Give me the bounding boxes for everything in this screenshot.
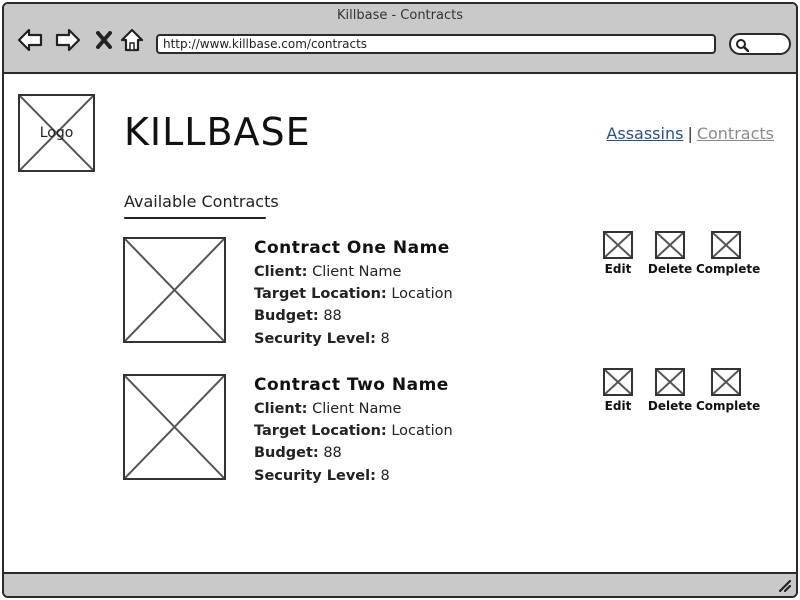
address-bar[interactable]: http://www.killbase.com/contracts — [156, 34, 716, 54]
contract-budget-row: Budget: 88 — [254, 308, 342, 324]
edit-icon — [603, 231, 633, 259]
client-label: Client: — [254, 264, 308, 280]
browser-window: Killbase - Contracts http://www.killbase… — [2, 2, 798, 598]
home-icon[interactable] — [118, 26, 146, 54]
budget-label: Budget: — [254, 445, 319, 461]
delete-button[interactable]: Delete — [640, 231, 700, 276]
section-divider — [124, 217, 266, 219]
search-icon — [736, 39, 749, 52]
complete-label: Complete — [696, 399, 761, 413]
close-icon[interactable] — [90, 26, 118, 54]
contract-location-row: Target Location: Location — [254, 286, 453, 302]
image-placeholder-icon — [125, 376, 224, 478]
edit-icon — [603, 368, 633, 396]
nav-link-contracts[interactable]: Contracts — [697, 124, 774, 143]
image-placeholder-icon — [125, 239, 224, 341]
location-label: Target Location: — [254, 423, 387, 439]
browser-status-bar — [4, 572, 796, 596]
logo-placeholder: Logo — [18, 94, 95, 172]
edit-label: Edit — [604, 262, 632, 276]
nav-separator: | — [687, 124, 693, 143]
contract-client-row: Client: Client Name — [254, 401, 401, 417]
edit-label: Edit — [604, 399, 632, 413]
complete-label: Complete — [696, 262, 761, 276]
client-label: Client: — [254, 401, 308, 417]
security-label: Security Level: — [254, 468, 376, 484]
delete-icon — [655, 368, 685, 396]
contract-budget-row: Budget: 88 — [254, 445, 342, 461]
contract-security-row: Security Level: 8 — [254, 468, 390, 484]
logo-label: Logo — [39, 125, 74, 141]
site-title: KILLBASE — [124, 110, 311, 154]
browser-toolbar: Killbase - Contracts http://www.killbase… — [4, 4, 796, 74]
browser-search-field[interactable] — [729, 33, 791, 55]
delete-label: Delete — [647, 399, 693, 413]
complete-button[interactable]: Complete — [696, 368, 761, 413]
security-label: Security Level: — [254, 331, 376, 347]
budget-value: 88 — [323, 308, 342, 324]
section-heading: Available Contracts — [124, 192, 279, 211]
contract-name: Contract Two Name — [254, 375, 449, 395]
budget-value: 88 — [323, 445, 342, 461]
budget-label: Budget: — [254, 308, 319, 324]
location-label: Target Location: — [254, 286, 387, 302]
back-arrow-icon[interactable] — [16, 26, 44, 54]
edit-button[interactable]: Edit — [588, 231, 648, 276]
edit-button[interactable]: Edit — [588, 368, 648, 413]
complete-button[interactable]: Complete — [696, 231, 761, 276]
client-value: Client Name — [312, 401, 402, 417]
top-navigation: Assassins | Contracts — [606, 124, 774, 143]
delete-icon — [655, 231, 685, 259]
complete-icon — [711, 368, 741, 396]
contract-location-row: Target Location: Location — [254, 423, 453, 439]
client-value: Client Name — [312, 264, 402, 280]
contract-client-row: Client: Client Name — [254, 264, 401, 280]
contract-image-placeholder — [123, 237, 226, 343]
location-value: Location — [391, 423, 453, 439]
complete-icon — [711, 231, 741, 259]
resize-grip-icon[interactable] — [776, 577, 792, 593]
contract-security-row: Security Level: 8 — [254, 331, 390, 347]
window-title: Killbase - Contracts — [336, 8, 463, 23]
forward-arrow-icon[interactable] — [54, 26, 82, 54]
delete-button[interactable]: Delete — [640, 368, 700, 413]
security-value: 8 — [380, 331, 390, 347]
location-value: Location — [391, 286, 453, 302]
nav-link-assassins[interactable]: Assassins — [606, 124, 683, 143]
security-value: 8 — [380, 468, 390, 484]
contract-image-placeholder — [123, 374, 226, 480]
contract-name: Contract One Name — [254, 238, 450, 258]
delete-label: Delete — [647, 262, 693, 276]
